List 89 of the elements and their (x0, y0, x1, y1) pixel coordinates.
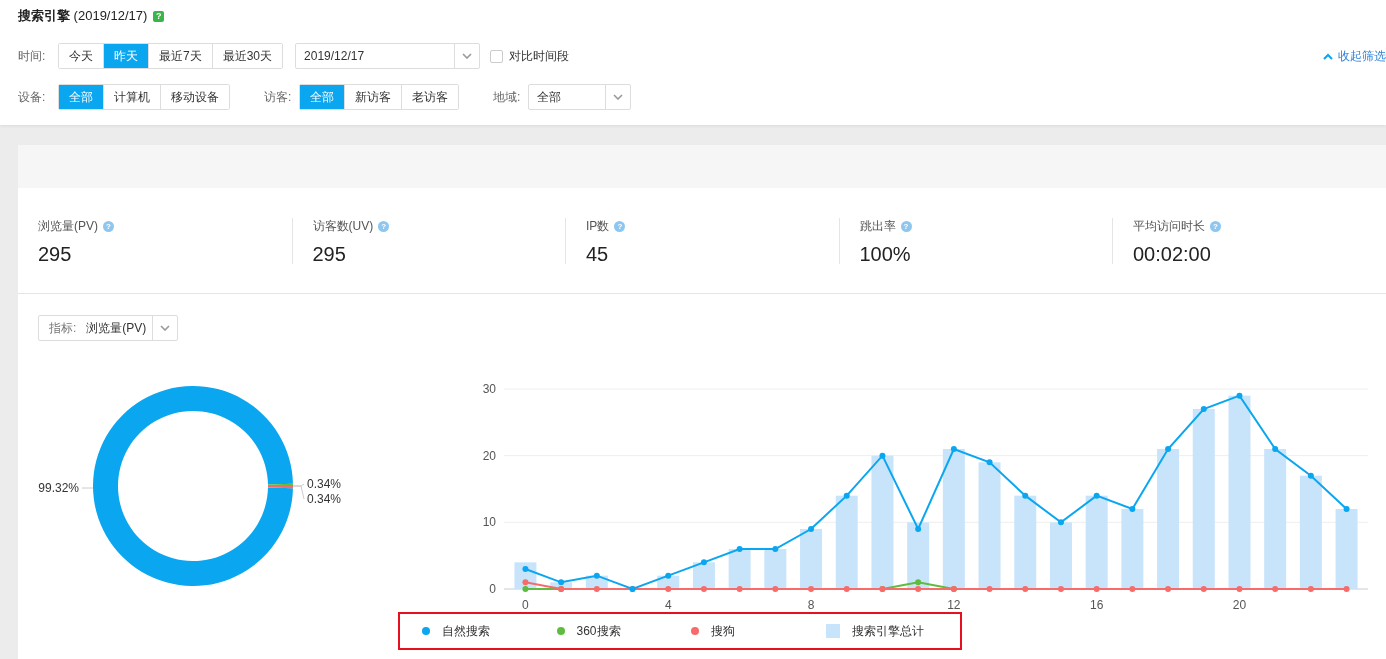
x-axis-label: 16 (1090, 598, 1104, 611)
data-point (986, 586, 993, 592)
data-point (700, 559, 707, 566)
filter-label: 访客: (264, 88, 293, 106)
data-point (593, 572, 600, 579)
data-point (522, 566, 529, 572)
data-point (593, 586, 600, 592)
data-point (1129, 586, 1136, 592)
data-point (1343, 586, 1350, 592)
data-point (1022, 586, 1029, 592)
data-point (665, 586, 672, 592)
data-point (1022, 492, 1029, 499)
data-point (1272, 586, 1279, 592)
stat-value: 00:02:00 (1133, 243, 1212, 266)
filter-label: 地域: (493, 88, 522, 106)
data-point (1307, 586, 1314, 592)
region-dropdown[interactable]: 全部 (528, 84, 631, 110)
slice-label: 0.34% (307, 477, 342, 491)
data-point (665, 572, 672, 579)
data-point (1165, 586, 1172, 592)
stat-label: IP数 (586, 218, 610, 235)
y-axis-label: 0 (489, 582, 496, 596)
stat-label: 浏览量(PV) (38, 218, 98, 235)
data-point (1236, 392, 1243, 399)
stat-value: 295 (312, 243, 347, 266)
data-point (1057, 519, 1064, 526)
x-axis-label: 12 (947, 598, 961, 611)
legend-label[interactable]: 搜索引擎总计 (851, 622, 924, 640)
time-range-tab[interactable]: 最近30天 (211, 44, 283, 68)
date-dropdown[interactable]: 2019/12/17 (295, 43, 481, 69)
data-point (772, 546, 779, 552)
data-point (1236, 586, 1243, 592)
compare-checkbox[interactable] (490, 49, 504, 63)
chevron-down-icon (462, 53, 473, 59)
slice-label: 0.34% (307, 492, 342, 506)
compare-label: 对比时间段 (509, 47, 570, 65)
slice-label: 99.32% (38, 481, 79, 495)
stat-label: 访客数(UV) (312, 218, 374, 235)
visitor-tab[interactable]: 老访客 (401, 85, 458, 109)
x-axis-label: 0 (522, 598, 529, 611)
data-point (1093, 586, 1100, 592)
data-point (1343, 506, 1350, 512)
y-axis-label: 30 (482, 382, 496, 396)
legend-label[interactable]: 自然搜索 (442, 622, 490, 640)
chevron-down-icon (160, 325, 170, 331)
stat-value: 100% (859, 243, 912, 266)
data-point (808, 586, 815, 592)
data-point (843, 586, 850, 592)
y-axis-label: 10 (482, 515, 496, 530)
x-axis-label: 8 (807, 598, 815, 611)
stat-label: 平均访问时长 (1133, 218, 1205, 235)
data-point (808, 526, 815, 532)
bar (728, 549, 751, 589)
filter-label: 设备: (18, 88, 47, 106)
page-title: 搜索引擎 (2019/12/17) (18, 7, 148, 25)
chevron-up-icon (1323, 52, 1333, 60)
data-point (1129, 506, 1136, 512)
collapse-filter-link[interactable]: 收起筛选 (1323, 47, 1386, 65)
data-point (1165, 446, 1172, 452)
data-point (1307, 472, 1314, 479)
data-point (1200, 406, 1207, 412)
stat-value: 45 (586, 243, 610, 266)
device-tab[interactable]: 移动设备 (160, 85, 229, 109)
data-point (736, 586, 743, 592)
bar (800, 529, 823, 589)
data-point (700, 586, 707, 592)
bar (764, 549, 787, 589)
y-axis-label: 20 (482, 448, 496, 463)
data-point (736, 546, 743, 552)
legend-label[interactable]: 360搜索 (576, 622, 621, 640)
data-point (950, 446, 957, 452)
data-point (843, 492, 850, 499)
bar (1049, 522, 1072, 589)
data-point (1093, 492, 1100, 499)
filter-label: 时间: (18, 47, 47, 65)
data-point (915, 526, 922, 532)
stat-value: 295 (38, 243, 73, 266)
data-point (1057, 586, 1064, 592)
x-axis-label: 20 (1232, 598, 1247, 611)
x-axis-label: 4 (664, 598, 672, 611)
chevron-down-icon (613, 94, 623, 100)
legend-label[interactable]: 搜狗 (711, 622, 735, 640)
data-point (986, 459, 993, 466)
data-point (1272, 446, 1279, 452)
data-point (772, 586, 779, 592)
metric-dropdown[interactable]: 指标: 浏览量(PV) (38, 315, 178, 341)
data-point (1200, 586, 1207, 592)
stat-label: 跳出率 (859, 218, 896, 235)
data-point (879, 452, 886, 459)
